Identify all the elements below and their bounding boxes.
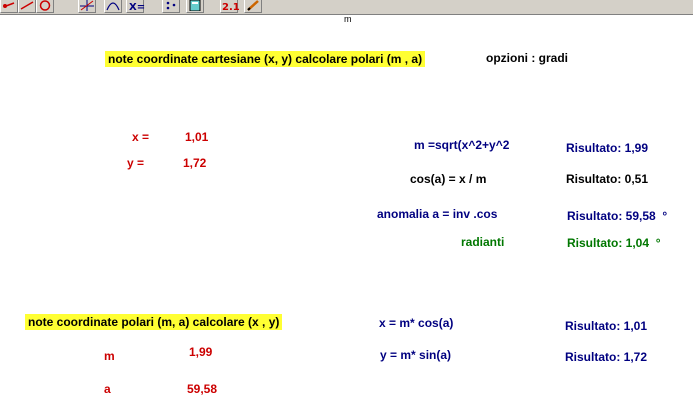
- section2-title: note coordinate polari (m, a) calcolare …: [25, 314, 283, 330]
- x-variable-icon[interactable]: X=: [126, 0, 145, 13]
- dots-icon[interactable]: [162, 0, 180, 13]
- x-label: x =: [132, 130, 150, 144]
- function-icon[interactable]: [104, 0, 122, 13]
- line-tool-icon[interactable]: [18, 0, 36, 13]
- y-label: y =: [127, 156, 145, 170]
- result-m: Risultato: 1,99: [566, 141, 649, 155]
- formula-cos: cos(a) = x / m: [410, 172, 487, 186]
- value-display-icon[interactable]: 2.1: [220, 0, 240, 13]
- m-label: m: [104, 349, 115, 363]
- svg-text:X=: X=: [129, 2, 145, 11]
- result-cos: Risultato: 0,51: [566, 172, 649, 186]
- section1-title: note coordinate cartesiane (x, y) calcol…: [105, 51, 426, 67]
- m-value[interactable]: 1,99: [189, 345, 212, 359]
- formula-radianti: radianti: [461, 235, 505, 249]
- result-radianti: Risultato: 1,04 °: [567, 236, 661, 250]
- toolbar: X= 2.1: [0, 0, 693, 15]
- x-value[interactable]: 1,01: [185, 130, 208, 144]
- formula-m: m =sqrt(x^2+y^2: [414, 138, 510, 152]
- degree-unit: °: [662, 209, 668, 223]
- formula-anomalia: anomalia a = inv .cos: [377, 207, 498, 221]
- circle-tool-icon[interactable]: [36, 0, 54, 13]
- a-value[interactable]: 59,58: [187, 382, 217, 396]
- calculator-icon[interactable]: [186, 0, 204, 13]
- formula-x: x = m* cos(a): [379, 316, 454, 330]
- result-anomalia: Risultato: 59,58 °: [567, 209, 668, 223]
- ruler-tick: m: [344, 14, 352, 24]
- degree-unit: °: [655, 236, 661, 250]
- y-value[interactable]: 1,72: [183, 156, 206, 170]
- result-x: Risultato: 1,01: [565, 319, 648, 333]
- pencil-icon[interactable]: [244, 0, 262, 13]
- svg-text:2.1: 2.1: [222, 2, 240, 11]
- axes-icon[interactable]: [78, 0, 96, 13]
- a-label: a: [104, 382, 111, 396]
- options-label: opzioni : gradi: [486, 51, 568, 65]
- result-y: Risultato: 1,72: [565, 350, 648, 364]
- formula-y: y = m* sin(a): [380, 348, 452, 362]
- arrow-point-icon[interactable]: [0, 0, 18, 13]
